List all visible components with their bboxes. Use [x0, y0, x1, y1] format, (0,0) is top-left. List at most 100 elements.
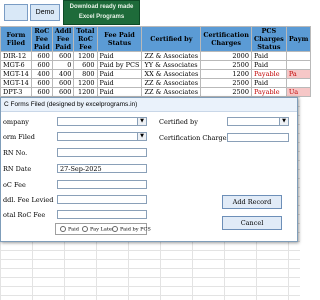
table-cell[interactable]: Payable: [250, 87, 287, 97]
table-cell[interactable]: Paid: [96, 87, 143, 97]
table-cell[interactable]: [285, 51, 312, 61]
company-combo[interactable]: ▼: [57, 117, 147, 126]
total-fee-label: otal RoC Fee: [3, 211, 46, 219]
table-cell[interactable]: [285, 78, 312, 88]
table-cell[interactable]: 1200: [200, 69, 252, 79]
table-row: MGT-14 600 600 1200 Paid ZZ & Associates…: [0, 78, 312, 88]
table-cell[interactable]: 800: [73, 69, 98, 79]
table-cell[interactable]: 600: [30, 51, 53, 61]
table-row: DPT-3 600 600 1200 Paid ZZ & Associates …: [0, 87, 312, 97]
records-table: Form Filed RoC Fee Paid Addl Fee Paid To…: [0, 26, 312, 97]
add-record-button[interactable]: Add Record: [222, 195, 282, 209]
col-form-filed[interactable]: Form Filed: [0, 26, 32, 52]
table-cell[interactable]: Paid: [96, 69, 143, 79]
table-cell[interactable]: 2500: [200, 78, 252, 88]
table-cell[interactable]: Paid: [250, 51, 287, 61]
table-cell[interactable]: Payable: [250, 69, 287, 79]
dialog-body: ompany ▼ orm Filed ▼ RN No. RN Date 27-S…: [1, 112, 297, 241]
table-cell[interactable]: 1200: [73, 78, 98, 88]
col-pcs-charges-status[interactable]: PCS Charges Status: [250, 26, 287, 52]
table-cell[interactable]: 400: [51, 69, 75, 79]
table-cell[interactable]: 600: [51, 51, 75, 61]
demo-button[interactable]: Demo: [30, 4, 60, 21]
table-cell[interactable]: 1200: [73, 87, 98, 97]
table-cell[interactable]: ZZ & Associates: [141, 87, 202, 97]
chevron-down-icon[interactable]: ▼: [137, 118, 146, 125]
table-cell[interactable]: DPT-3: [0, 87, 32, 97]
table-cell[interactable]: 600: [51, 87, 75, 97]
payment-status-group: Paid Pay Later Paid by PCS: [55, 223, 151, 235]
form-filed-label: orm Filed: [3, 133, 35, 141]
table-cell[interactable]: 600: [30, 60, 53, 70]
roc-fee-label: oC Fee: [3, 181, 26, 189]
forms-filed-dialog: C Forms Filed (designed by excelprograms…: [0, 97, 298, 242]
col-roc-fee-paid[interactable]: RoC Fee Paid: [30, 26, 53, 52]
banner-line-2: Excel Programs: [78, 14, 125, 20]
toolbar-button[interactable]: [4, 4, 28, 21]
radio-pay-later-label: Pay Later: [90, 226, 115, 233]
dialog-title: C Forms Filed (designed by excelprograms…: [1, 98, 297, 112]
table-cell[interactable]: 600: [30, 87, 53, 97]
certified-by-combo[interactable]: ▼: [227, 117, 289, 126]
table-cell[interactable]: 2500: [200, 87, 252, 97]
table-cell[interactable]: 0: [51, 60, 75, 70]
srn-date-field[interactable]: 27-Sep-2025: [57, 164, 147, 173]
radio-icon[interactable]: [112, 226, 118, 232]
table-cell[interactable]: YY & Associates: [141, 60, 202, 70]
radio-icon[interactable]: [82, 226, 88, 232]
addl-fee-label: ddl. Fee Levied: [3, 196, 54, 204]
cert-charges-label: Certification Charges: [159, 134, 230, 142]
radio-paid-label: Paid: [68, 226, 79, 233]
col-payment[interactable]: Paym: [285, 26, 312, 52]
table-row: DIR-12 600 600 1200 Paid ZZ & Associates…: [0, 51, 312, 61]
radio-paid-by-pcs[interactable]: Paid by PCS: [112, 226, 151, 234]
table-cell[interactable]: MGT-14: [0, 78, 32, 88]
roc-fee-field[interactable]: [57, 180, 147, 189]
table-cell[interactable]: 1200: [73, 51, 98, 61]
table-cell[interactable]: ZZ & Associates: [141, 51, 202, 61]
table-cell[interactable]: MGT-14: [0, 69, 32, 79]
table-cell[interactable]: Ua: [285, 87, 312, 97]
col-certified-by[interactable]: Certified by: [141, 26, 202, 52]
radio-paid[interactable]: Paid: [60, 226, 79, 234]
table-cell[interactable]: Paid by PCS: [96, 60, 143, 70]
radio-icon[interactable]: [60, 226, 66, 232]
table-cell[interactable]: [285, 60, 312, 70]
col-addl-fee-paid[interactable]: Addl Fee Paid: [51, 26, 75, 52]
table-cell[interactable]: Paid: [96, 78, 143, 88]
form-filed-combo[interactable]: ▼: [57, 132, 147, 141]
company-label: ompany: [3, 118, 29, 126]
table-cell[interactable]: DIR-12: [0, 51, 32, 61]
table-cell[interactable]: 400: [30, 69, 53, 79]
table-cell[interactable]: 2500: [200, 60, 252, 70]
table-cell[interactable]: 600: [73, 60, 98, 70]
table-cell[interactable]: Paid: [250, 78, 287, 88]
table-cell[interactable]: 2000: [200, 51, 252, 61]
col-total-roc-fee[interactable]: Total RoC Fee: [73, 26, 98, 52]
cancel-button[interactable]: Cancel: [222, 216, 282, 230]
cert-charges-field[interactable]: [227, 133, 289, 142]
chevron-down-icon[interactable]: ▼: [137, 133, 146, 140]
total-fee-field[interactable]: [57, 210, 147, 219]
table-cell[interactable]: 600: [30, 78, 53, 88]
table-cell[interactable]: MGT-6: [0, 60, 32, 70]
table-row: MGT-14 400 400 800 Paid XX & Associates …: [0, 69, 312, 79]
table-row: MGT-6 600 0 600 Paid by PCS YY & Associa…: [0, 60, 312, 70]
radio-paid-by-pcs-label: Paid by PCS: [120, 226, 151, 233]
table-cell[interactable]: Pa: [285, 69, 312, 79]
table-cell[interactable]: 600: [51, 78, 75, 88]
banner-line-1: Download ready made: [69, 4, 134, 10]
chevron-down-icon[interactable]: ▼: [279, 118, 288, 125]
table-cell[interactable]: ZZ & Associates: [141, 78, 202, 88]
addl-fee-field[interactable]: [57, 195, 147, 204]
header-row: Form Filed RoC Fee Paid Addl Fee Paid To…: [0, 26, 312, 52]
col-fee-paid-status[interactable]: Fee Paid Status: [96, 26, 143, 52]
srn-field[interactable]: [57, 148, 147, 157]
table-cell[interactable]: Paid: [250, 60, 287, 70]
table-cell[interactable]: Paid: [96, 51, 143, 61]
download-banner[interactable]: Download ready made Excel Programs: [63, 0, 140, 25]
radio-pay-later[interactable]: Pay Later: [82, 226, 114, 234]
table-cell[interactable]: XX & Associates: [141, 69, 202, 79]
col-certification-charges[interactable]: Certification Charges: [200, 26, 252, 52]
srn-date-label: RN Date: [3, 165, 32, 173]
